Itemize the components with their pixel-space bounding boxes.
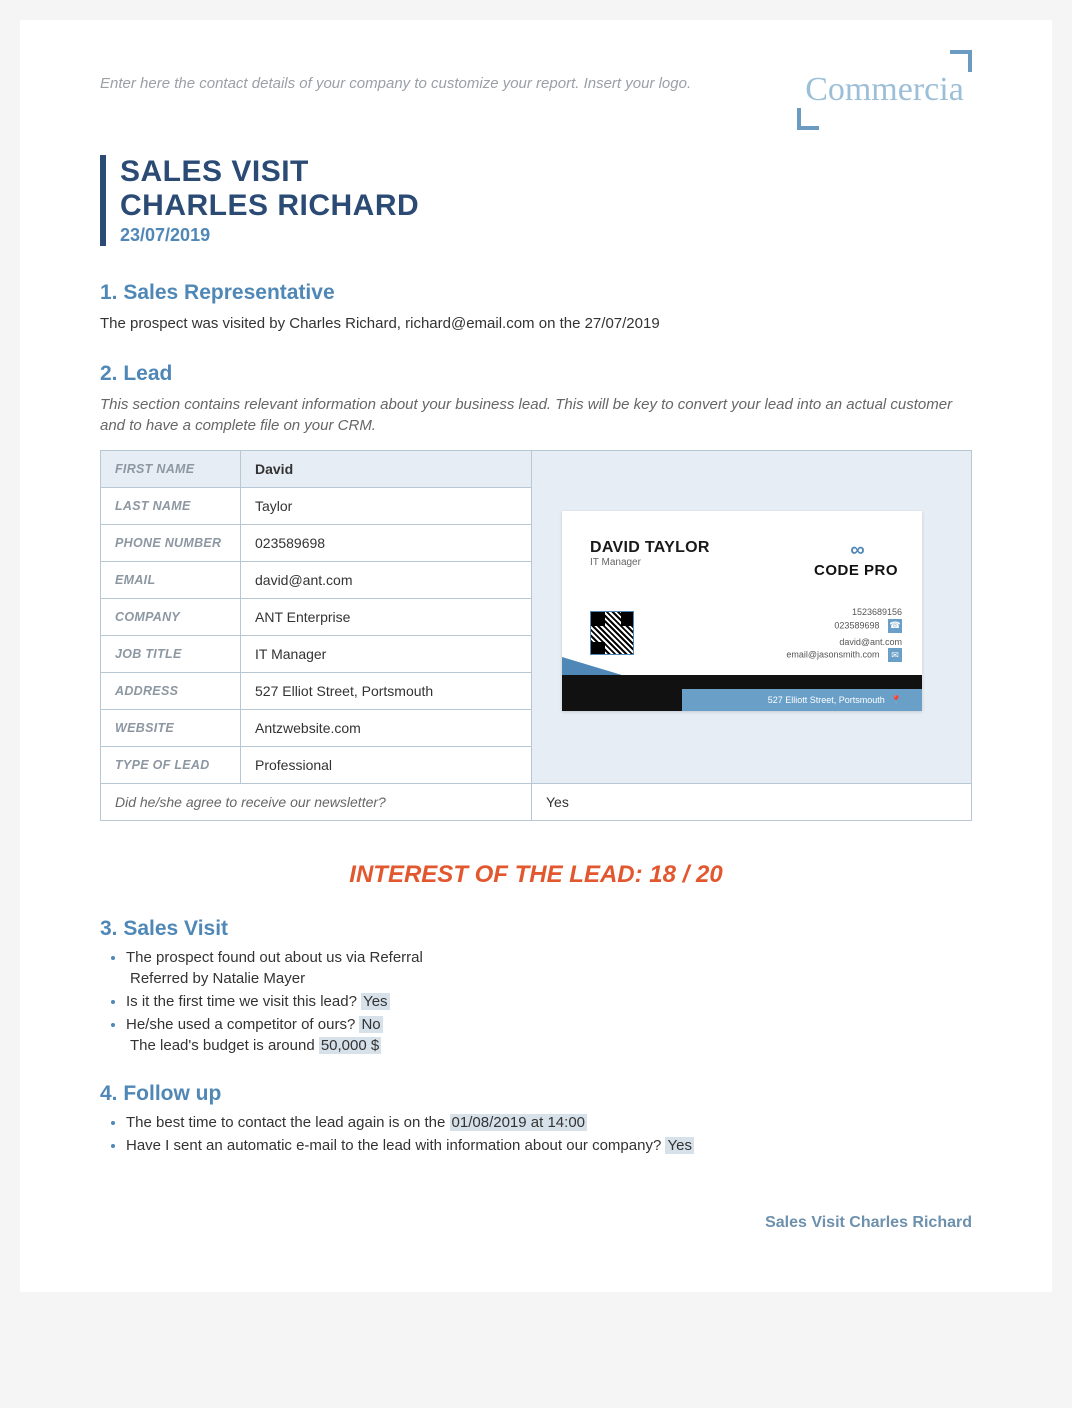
- logo-corner-icon: [950, 50, 972, 72]
- logo: Commercia: [797, 50, 972, 130]
- infinity-icon: ∞: [814, 539, 898, 562]
- list-item-text: The best time to contact the lead again …: [126, 1114, 450, 1131]
- logo-text: Commercia: [805, 71, 964, 109]
- field-label: LAST NAME: [101, 488, 241, 525]
- list-item-sub-text: The lead's budget is around: [130, 1037, 319, 1054]
- title-line-2: CHARLES RICHARD: [120, 189, 972, 223]
- field-value: 023589698: [241, 525, 532, 562]
- phone-icon: ☎: [888, 619, 902, 633]
- field-label: TYPE OF LEAD: [101, 747, 241, 784]
- page-footer: Sales Visit Charles Richard: [100, 1214, 972, 1232]
- list-item-sub: Referred by Natalie Mayer: [130, 970, 972, 987]
- field-value: david@ant.com: [241, 562, 532, 599]
- field-value: Taylor: [241, 488, 532, 525]
- list-item-text: Have I sent an automatic e-mail to the l…: [126, 1137, 665, 1154]
- list-item-text: Is it the first time we visit this lead?: [126, 993, 361, 1010]
- card-job-title: IT Manager: [590, 557, 641, 568]
- field-label: PHONE NUMBER: [101, 525, 241, 562]
- follow-up-list: The best time to contact the lead again …: [106, 1114, 972, 1154]
- list-item-text: He/she used a competitor of ours?: [126, 1016, 359, 1033]
- business-card: DAVID TAYLOR IT Manager ∞ CODE PRO 15236…: [562, 511, 922, 711]
- document-page: Enter here the contact details of your c…: [20, 20, 1052, 1292]
- logo-corner-icon: [797, 108, 819, 130]
- list-item-sub: The lead's budget is around 50,000 $: [130, 1037, 972, 1054]
- field-label: FIRST NAME: [101, 451, 241, 488]
- field-value: IT Manager: [241, 636, 532, 673]
- lead-table: FIRST NAME David DAVID TAYLOR IT Manager…: [100, 450, 972, 821]
- table-row: FIRST NAME David DAVID TAYLOR IT Manager…: [101, 451, 972, 488]
- card-brand-name: CODE PRO: [814, 562, 898, 579]
- highlighted-value: No: [359, 1016, 382, 1033]
- section-1-text: The prospect was visited by Charles Rich…: [100, 313, 972, 334]
- card-phone-1: 1523689156: [852, 607, 902, 617]
- section-2-intro: This section contains relevant informati…: [100, 394, 972, 436]
- location-pin-icon: 📍: [891, 695, 902, 706]
- title-line-1: SALES VISIT: [120, 155, 972, 189]
- card-phone-2: 023589698: [834, 620, 879, 630]
- sales-visit-list: The prospect found out about us via Refe…: [106, 949, 972, 1054]
- section-3-heading: 3. Sales Visit: [100, 917, 972, 941]
- list-item: Is it the first time we visit this lead?…: [126, 993, 972, 1010]
- title-block: SALES VISIT CHARLES RICHARD 23/07/2019: [100, 155, 972, 246]
- field-value: 527 Elliot Street, Portsmouth: [241, 673, 532, 710]
- field-label: WEBSITE: [101, 710, 241, 747]
- highlighted-value: 01/08/2019 at 14:00: [450, 1114, 587, 1131]
- header: Enter here the contact details of your c…: [100, 50, 972, 130]
- title-date: 23/07/2019: [120, 225, 972, 246]
- list-item: The best time to contact the lead again …: [126, 1114, 972, 1131]
- interest-score: INTEREST OF THE LEAD: 18 / 20: [100, 861, 972, 889]
- table-row: Did he/she agree to receive our newslett…: [101, 784, 972, 821]
- card-brand: ∞ CODE PRO: [814, 539, 898, 579]
- section-1-heading: 1. Sales Representative: [100, 281, 972, 305]
- qr-code-icon: [590, 611, 634, 655]
- newsletter-answer: Yes: [532, 784, 972, 821]
- list-item: He/she used a competitor of ours? No The…: [126, 1016, 972, 1054]
- field-value: ANT Enterprise: [241, 599, 532, 636]
- card-contacts: 1523689156 023589698 ☎ david@ant.com ema…: [786, 607, 902, 662]
- field-label: EMAIL: [101, 562, 241, 599]
- mail-icon: ✉: [888, 648, 902, 662]
- card-email-1: david@ant.com: [839, 637, 902, 647]
- card-name: DAVID TAYLOR: [590, 539, 710, 557]
- newsletter-question: Did he/she agree to receive our newslett…: [101, 784, 532, 821]
- highlighted-value: Yes: [361, 993, 389, 1010]
- business-card-cell: DAVID TAYLOR IT Manager ∞ CODE PRO 15236…: [532, 451, 972, 784]
- field-value: David: [241, 451, 532, 488]
- section-2-heading: 2. Lead: [100, 362, 972, 386]
- section-4-heading: 4. Follow up: [100, 1082, 972, 1106]
- field-value: Antzwebsite.com: [241, 710, 532, 747]
- list-item: The prospect found out about us via Refe…: [126, 949, 972, 987]
- card-email-2: email@jasonsmith.com: [786, 650, 879, 660]
- list-item-text: The prospect found out about us via Refe…: [126, 949, 423, 966]
- highlighted-value: Yes: [665, 1137, 693, 1154]
- card-address-bar: 527 Elliott Street, Portsmouth 📍: [682, 689, 922, 711]
- card-address: 527 Elliott Street, Portsmouth: [768, 695, 885, 705]
- field-value: Professional: [241, 747, 532, 784]
- field-label: JOB TITLE: [101, 636, 241, 673]
- list-item: Have I sent an automatic e-mail to the l…: [126, 1137, 972, 1154]
- field-label: COMPANY: [101, 599, 241, 636]
- highlighted-value: 50,000 $: [319, 1037, 381, 1054]
- company-details-placeholder: Enter here the contact details of your c…: [100, 50, 691, 92]
- field-label: ADDRESS: [101, 673, 241, 710]
